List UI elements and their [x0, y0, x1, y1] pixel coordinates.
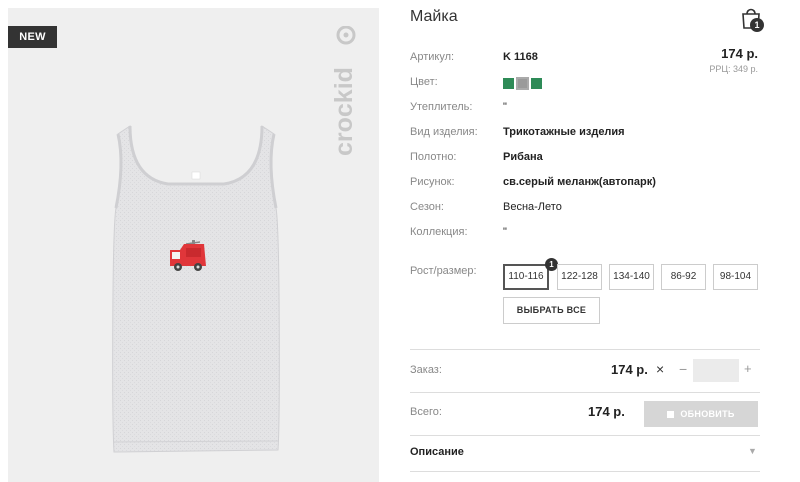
recommended-price: РРЦ: 349 р.	[709, 64, 758, 74]
attr-label-season: Сезон:	[410, 201, 444, 213]
attr-label-product-type: Вид изделия:	[410, 126, 478, 138]
attr-label-insulation: Утеплитель:	[410, 101, 473, 113]
select-all-button[interactable]: ВЫБРАТЬ ВСЕ	[503, 297, 600, 324]
total-label: Всего:	[410, 406, 442, 418]
new-badge: NEW	[8, 26, 57, 48]
product-photo[interactable]	[108, 120, 284, 462]
color-swatches	[503, 75, 544, 91]
color-swatch-selected[interactable]	[516, 77, 529, 91]
description-toggle[interactable]: Описание	[410, 446, 464, 458]
chevron-down-icon[interactable]: ▼	[748, 446, 757, 456]
color-swatch[interactable]	[531, 78, 542, 90]
update-button[interactable]: ОБНОВИТЬ	[644, 401, 758, 427]
svg-text:crockid: crockid	[333, 67, 358, 156]
remove-icon[interactable]: ×	[656, 361, 664, 377]
size-option-110-116[interactable]: 110-116 1	[503, 258, 558, 290]
update-button-label: ОБНОВИТЬ	[680, 409, 735, 419]
total-price: 174 р.	[588, 404, 625, 419]
color-swatch[interactable]	[503, 78, 514, 90]
divider	[410, 435, 760, 436]
attr-value-article: K 1168	[503, 51, 538, 63]
attr-label-collection: Коллекция:	[410, 226, 468, 238]
attr-label-color: Цвет:	[410, 76, 438, 88]
divider	[410, 471, 760, 472]
attr-label-fabric: Полотно:	[410, 151, 457, 163]
attr-value-fabric: Рибана	[503, 151, 543, 163]
brand-logo: crockid	[330, 25, 359, 156]
size-label: Рост/размер:	[410, 265, 477, 277]
update-icon	[667, 411, 675, 418]
divider	[410, 349, 760, 350]
attr-value-collection: "	[503, 226, 507, 238]
size-option-label: 110-116	[508, 271, 544, 282]
quantity-input[interactable]	[693, 359, 739, 382]
attr-label-article: Артикул:	[410, 51, 455, 63]
attr-label-pattern: Рисунок:	[410, 176, 455, 188]
attr-value-pattern: св.серый меланж(автопарк)	[503, 176, 656, 188]
attr-value-insulation: "	[503, 101, 507, 113]
product-price: 174 р.	[721, 46, 758, 61]
size-option-86-92[interactable]: 86-92	[661, 264, 706, 290]
attr-value-product-type: Трикотажные изделия	[503, 126, 625, 138]
decrease-quantity-button[interactable]: −	[679, 361, 687, 377]
increase-quantity-button[interactable]: +	[744, 361, 752, 376]
attr-value-season: Весна-Лето	[503, 201, 562, 213]
product-details: Майка 1 174 р. РРЦ: 349 р. Артикул: K 11…	[410, 0, 764, 482]
divider	[410, 392, 760, 393]
product-image-panel: NEW crockid	[8, 8, 379, 482]
size-option-122-128[interactable]: 122-128	[557, 264, 602, 290]
size-option-134-140[interactable]: 134-140	[609, 264, 654, 290]
order-price: 174 р.	[611, 362, 648, 377]
product-title: Майка	[410, 8, 458, 25]
order-label: Заказ:	[410, 364, 442, 376]
cart-count-badge: 1	[750, 18, 764, 32]
size-option-98-104[interactable]: 98-104	[713, 264, 758, 290]
